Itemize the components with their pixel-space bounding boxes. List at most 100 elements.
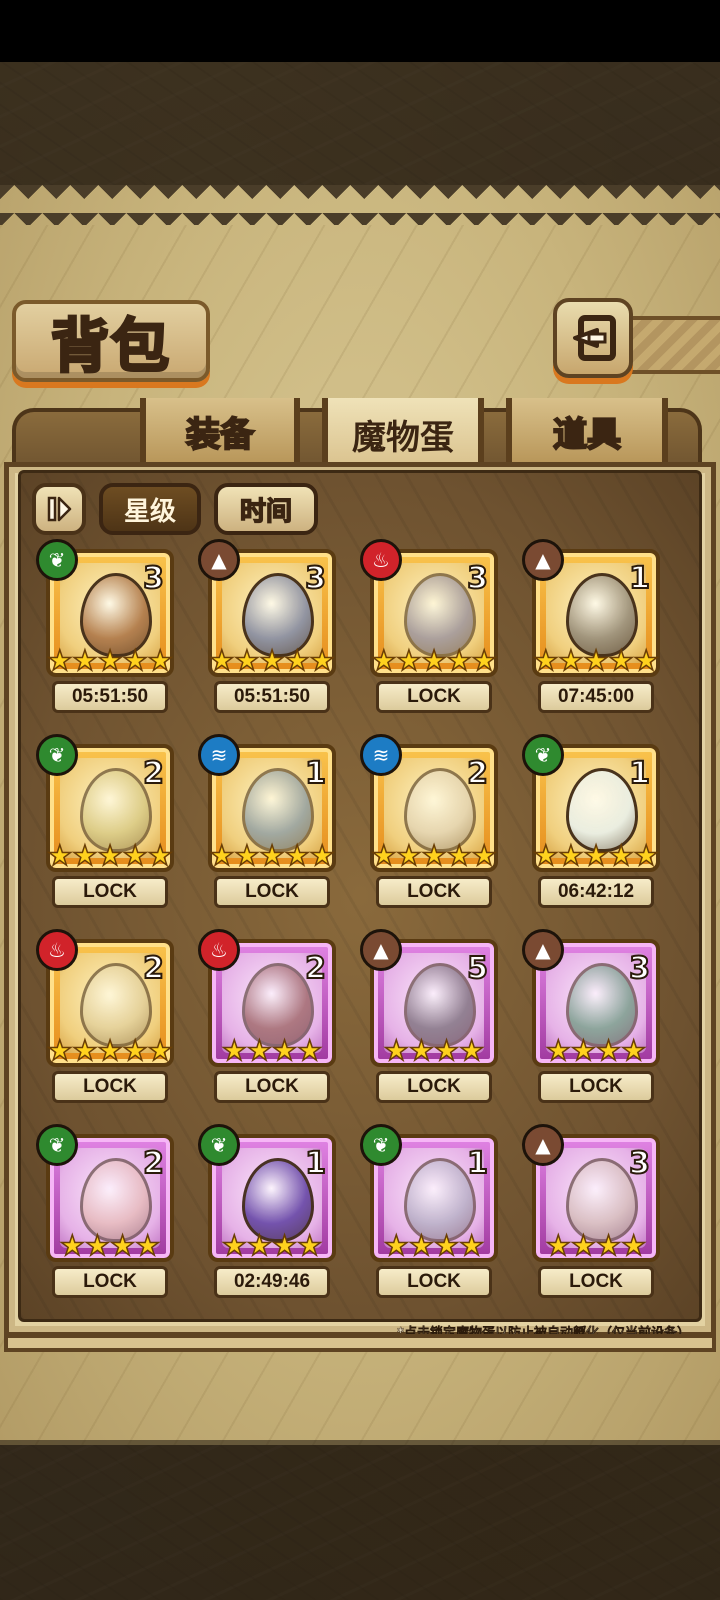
star-icon: ★: [221, 1034, 248, 1067]
egg-count: 3: [304, 560, 327, 597]
lock-label[interactable]: LOCK: [52, 1266, 168, 1298]
egg-count: 1: [628, 560, 651, 597]
star-icon: ★: [545, 1229, 572, 1262]
flame-element-icon: ♨: [360, 539, 402, 581]
star-icon: ★: [147, 1034, 174, 1067]
hatch-timer[interactable]: 05:51:50: [52, 681, 168, 713]
egg-count: 1: [304, 1145, 327, 1182]
star-icon: ★: [558, 644, 585, 677]
star-icon: ★: [583, 839, 610, 872]
star-icon: ★: [46, 839, 73, 872]
egg-slot[interactable]: 2 ★ ★ ★ ★ ❦ LOCK: [36, 1124, 176, 1302]
star-icon: ★: [421, 839, 448, 872]
egg-slot[interactable]: 1 ★ ★ ★ ★ ★ ▲ 07:45:00: [522, 539, 662, 717]
star-rating: ★ ★ ★ ★: [374, 1229, 494, 1262]
tab-monster-eggs[interactable]: 魔物蛋: [322, 398, 484, 470]
egg-slot[interactable]: 3 ★ ★ ★ ★ ★ ▲ 05:51:50: [198, 539, 338, 717]
status-bar-area: [0, 0, 720, 62]
lock-label[interactable]: LOCK: [538, 1071, 654, 1103]
egg-slot[interactable]: 2 ★ ★ ★ ★ ★ ≋ LOCK: [360, 734, 500, 912]
lock-label[interactable]: LOCK: [214, 876, 330, 908]
egg-count: 2: [142, 1145, 165, 1182]
egg-slot[interactable]: 3 ★ ★ ★ ★ ▲ LOCK: [522, 1124, 662, 1302]
lock-label[interactable]: LOCK: [376, 1071, 492, 1103]
leaf-element-icon: ❦: [360, 1124, 402, 1166]
star-rating: ★ ★ ★ ★: [374, 1034, 494, 1067]
star-icon: ★: [246, 1229, 273, 1262]
star-icon: ★: [471, 644, 498, 677]
back-button[interactable]: [553, 298, 633, 378]
star-icon: ★: [246, 1034, 273, 1067]
star-icon: ★: [408, 1034, 435, 1067]
hatch-timer[interactable]: 06:42:12: [538, 876, 654, 908]
star-icon: ★: [633, 644, 660, 677]
star-icon: ★: [72, 644, 99, 677]
bottom-rail: [4, 1334, 716, 1352]
lock-label[interactable]: LOCK: [52, 1071, 168, 1103]
lock-label[interactable]: LOCK: [376, 1266, 492, 1298]
egg-slot[interactable]: 3 ★ ★ ★ ★ ★ ♨ LOCK: [360, 539, 500, 717]
sort-by-time-button[interactable]: 时间: [214, 483, 318, 535]
lock-label[interactable]: LOCK: [376, 876, 492, 908]
star-icon: ★: [46, 1034, 73, 1067]
egg-slot[interactable]: 3 ★ ★ ★ ★ ★ ❦ 05:51:50: [36, 539, 176, 717]
star-icon: ★: [122, 644, 149, 677]
hatch-timer[interactable]: 05:51:50: [214, 681, 330, 713]
wave-element-icon: ≋: [198, 734, 240, 776]
star-rating: ★ ★ ★ ★ ★: [208, 839, 335, 872]
mountain-element-icon: ▲: [522, 1124, 564, 1166]
flame-element-icon: ♨: [36, 929, 78, 971]
lock-label[interactable]: LOCK: [376, 681, 492, 713]
star-icon: ★: [595, 1229, 622, 1262]
egg-count: 1: [304, 755, 327, 792]
star-icon: ★: [421, 644, 448, 677]
star-icon: ★: [221, 1229, 248, 1262]
lock-label[interactable]: LOCK: [538, 1266, 654, 1298]
star-rating: ★ ★ ★ ★ ★: [208, 644, 335, 677]
lock-label[interactable]: LOCK: [214, 1071, 330, 1103]
star-icon: ★: [72, 1034, 99, 1067]
egg-slot[interactable]: 3 ★ ★ ★ ★ ▲ LOCK: [522, 929, 662, 1107]
star-icon: ★: [122, 1034, 149, 1067]
title-plate: 背包: [12, 300, 210, 382]
flame-element-icon: ♨: [198, 929, 240, 971]
star-rating: ★ ★ ★ ★ ★: [370, 644, 498, 677]
tab-items[interactable]: 道具: [506, 398, 668, 464]
tab-equipment-label: 装备: [185, 414, 255, 456]
star-rating: ★ ★ ★ ★: [50, 1229, 170, 1262]
star-icon: ★: [284, 839, 311, 872]
star-icon: ★: [408, 1229, 435, 1262]
egg-count: 5: [466, 950, 489, 987]
star-icon: ★: [446, 839, 473, 872]
star-rating: ★ ★ ★ ★: [212, 1229, 332, 1262]
page-title: 背包: [49, 311, 171, 382]
sort-order-toggle[interactable]: [32, 483, 86, 535]
star-icon: ★: [633, 839, 660, 872]
star-icon: ★: [122, 839, 149, 872]
egg-slot[interactable]: 1 ★ ★ ★ ★ ❦ 02:49:46: [198, 1124, 338, 1302]
egg-slot[interactable]: 1 ★ ★ ★ ★ ★ ❦ 06:42:12: [522, 734, 662, 912]
star-icon: ★: [433, 1034, 460, 1067]
hatch-timer[interactable]: 02:49:46: [214, 1266, 330, 1298]
egg-slot[interactable]: 2 ★ ★ ★ ★ ★ ♨ LOCK: [36, 929, 176, 1107]
star-icon: ★: [109, 1229, 136, 1262]
egg-slot[interactable]: 1 ★ ★ ★ ★ ★ ≋ LOCK: [198, 734, 338, 912]
sort-by-star-button[interactable]: 星级: [99, 483, 201, 535]
star-icon: ★: [620, 1229, 647, 1262]
hatch-timer[interactable]: 07:45:00: [538, 681, 654, 713]
star-icon: ★: [97, 839, 124, 872]
egg-count: 2: [142, 950, 165, 987]
star-icon: ★: [570, 1229, 597, 1262]
lock-label[interactable]: LOCK: [52, 876, 168, 908]
wave-element-icon: ≋: [360, 734, 402, 776]
tab-equipment[interactable]: 装备: [140, 398, 300, 464]
star-rating: ★ ★ ★ ★ ★: [46, 1034, 174, 1067]
egg-slot[interactable]: 5 ★ ★ ★ ★ ▲ LOCK: [360, 929, 500, 1107]
egg-slot[interactable]: 2 ★ ★ ★ ★ ♨ LOCK: [198, 929, 338, 1107]
egg-slot[interactable]: 1 ★ ★ ★ ★ ❦ LOCK: [360, 1124, 500, 1302]
star-icon: ★: [259, 644, 286, 677]
egg-count: 2: [304, 950, 327, 987]
egg-slot[interactable]: 2 ★ ★ ★ ★ ★ ❦ LOCK: [36, 734, 176, 912]
star-icon: ★: [59, 1229, 86, 1262]
star-icon: ★: [396, 644, 423, 677]
